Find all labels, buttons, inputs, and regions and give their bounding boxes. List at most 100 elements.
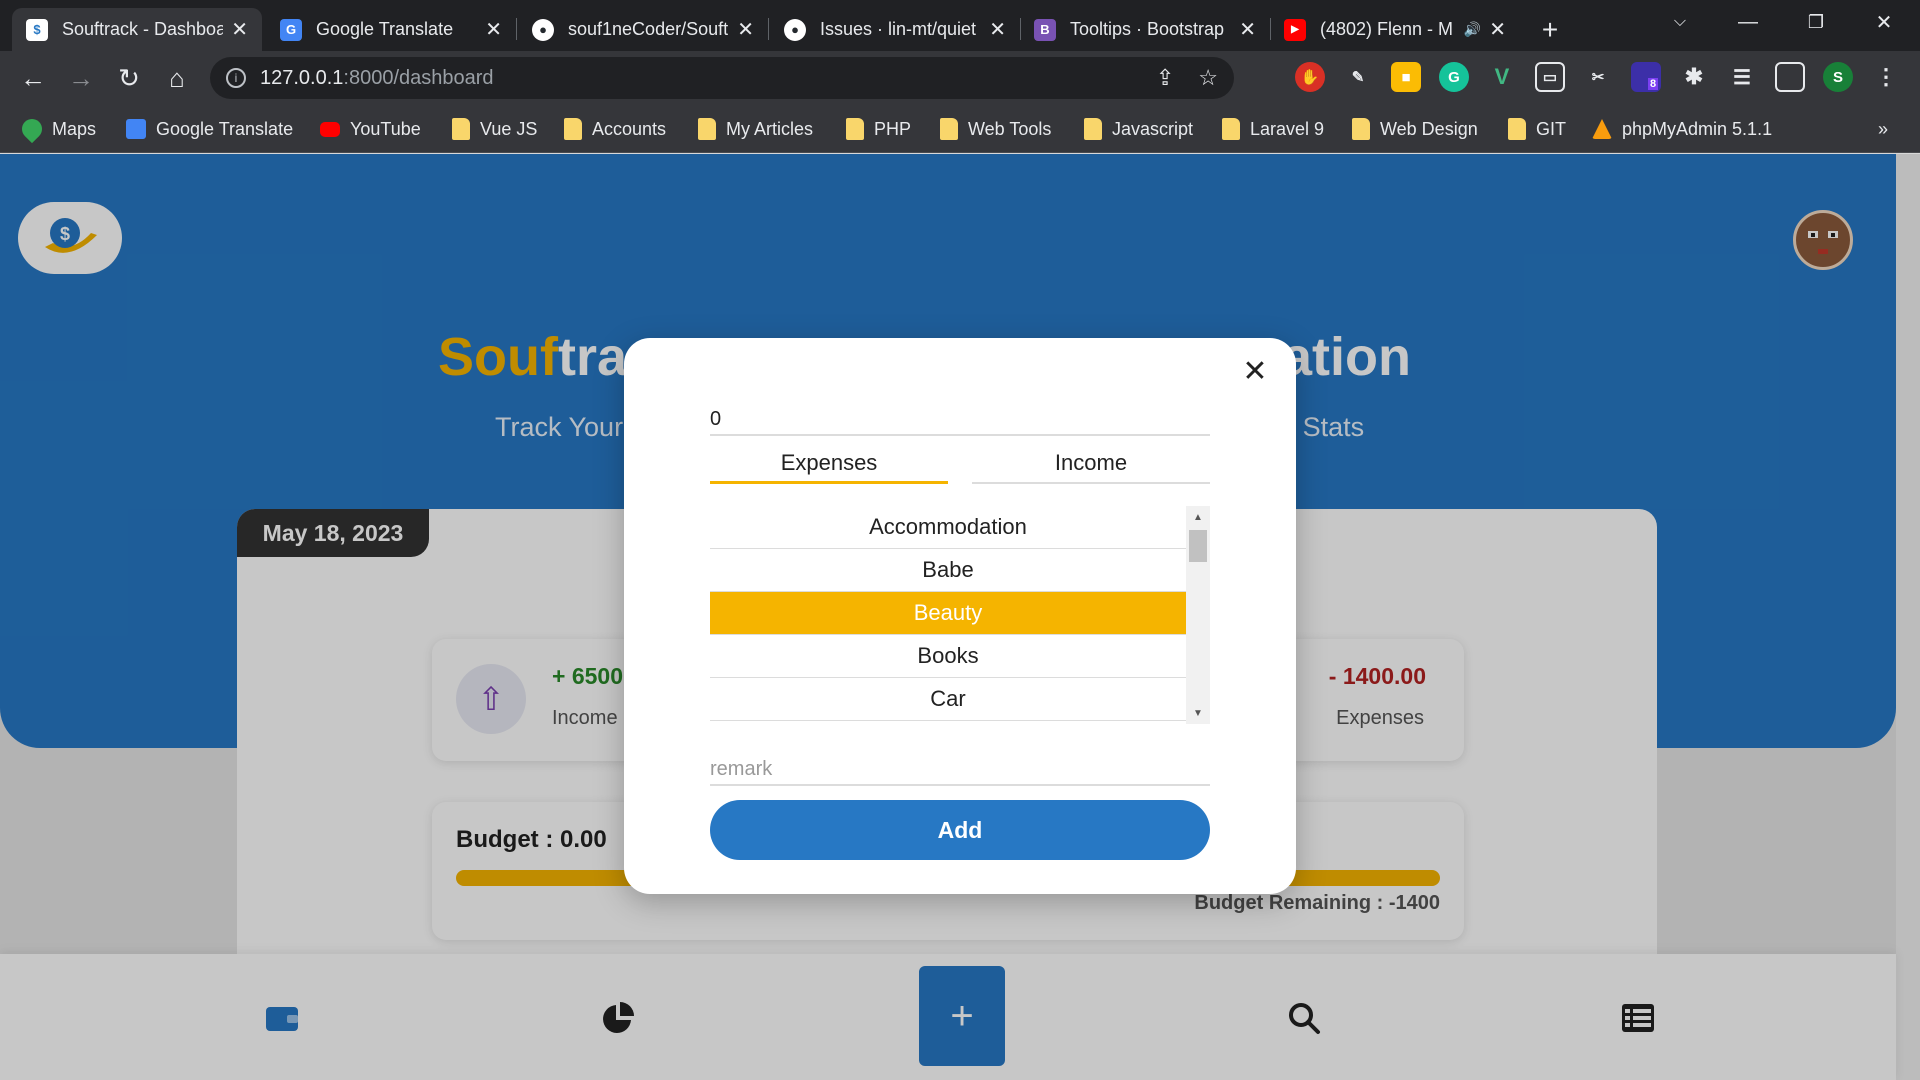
tool-extension-icon[interactable]: ✂ <box>1583 62 1613 92</box>
bookmark-google-translate[interactable]: Google Translate <box>126 115 293 143</box>
grammarly-extension-icon[interactable]: G <box>1439 62 1469 92</box>
close-tab-icon[interactable]: ✕ <box>1239 17 1256 42</box>
bookmark-maps[interactable]: Maps <box>17 114 97 144</box>
tab-souftrack-dashboard[interactable]: $ Souftrack - Dashboard ✕ <box>12 8 262 51</box>
close-icon[interactable]: ✕ <box>1240 355 1270 388</box>
folder-icon <box>1352 118 1370 140</box>
home-icon[interactable]: ⌂ <box>160 61 194 95</box>
bookmark-folder-javascript[interactable]: Javascript <box>1084 115 1193 143</box>
bookmark-folder-web-tools[interactable]: Web Tools <box>940 115 1051 143</box>
address-bar[interactable]: i 127.0.0.1:8000/dashboard ⇪ ☆ <box>210 57 1234 99</box>
bookmark-label: GIT <box>1536 118 1566 139</box>
folder-icon <box>940 118 958 140</box>
keep-extension-icon[interactable]: ■ <box>1391 62 1421 92</box>
close-tab-icon[interactable]: ✕ <box>231 17 248 42</box>
vue-devtools-extension-icon[interactable]: V <box>1487 62 1517 92</box>
souftrack-favicon-icon: $ <box>26 18 48 41</box>
github-favicon-icon: ● <box>532 18 554 41</box>
category-scrollbar[interactable]: ▲ ▼ <box>1186 506 1210 724</box>
category-label: Accommodation <box>869 514 1027 539</box>
media-playlist-icon[interactable]: ☰ <box>1727 62 1757 92</box>
tab-expenses[interactable]: Expenses <box>710 444 948 484</box>
bookmark-folder-laravel-9[interactable]: Laravel 9 <box>1222 115 1324 143</box>
bookmark-label: Maps <box>52 118 97 139</box>
more-menu-icon[interactable]: ⋮ <box>1871 62 1901 92</box>
badge-extension-icon[interactable]: 8 <box>1631 62 1661 92</box>
tab-google-translate[interactable]: G Google Translate ✕ <box>266 8 517 51</box>
tab-youtube[interactable]: ▶ (4802) Flenn - M 🔊 ✕ <box>1270 8 1520 51</box>
minimize-icon[interactable]: — <box>1720 0 1776 44</box>
phpmyadmin-icon <box>1592 119 1612 139</box>
category-item[interactable]: Books <box>710 635 1186 678</box>
restore-window-icon[interactable]: ❐ <box>1788 0 1844 44</box>
bookmark-label: Google Translate <box>156 118 294 139</box>
category-item[interactable]: Babe <box>710 549 1186 592</box>
scroll-down-arrow-icon[interactable]: ▼ <box>1186 704 1210 722</box>
bookmark-folder-php[interactable]: PHP <box>846 115 911 143</box>
bookmark-label: Javascript <box>1112 118 1194 139</box>
tab-github-souftrack[interactable]: ● souf1neCoder/Souftrack ✕ <box>518 8 769 51</box>
tab-income[interactable]: Income <box>972 444 1210 484</box>
share-icon[interactable]: ⇪ <box>1156 65 1174 91</box>
close-tab-icon[interactable]: ✕ <box>989 17 1006 42</box>
bookmark-star-icon[interactable]: ☆ <box>1198 65 1218 91</box>
youtube-icon <box>320 121 340 137</box>
github-favicon-icon: ● <box>784 18 806 41</box>
google-translate-favicon-icon: G <box>280 18 302 41</box>
bookmark-label: My Articles <box>726 118 814 139</box>
bookmark-label: Vue JS <box>480 118 538 139</box>
category-item-selected[interactable]: Beauty <box>710 592 1186 635</box>
extensions-puzzle-icon[interactable]: ✱ <box>1679 62 1709 92</box>
souftrack-dashboard-page: $ Souftra uation Track Your ack Stats May … <box>0 154 1920 1080</box>
bookmark-folder-accounts[interactable]: Accounts <box>564 115 666 143</box>
scroll-up-arrow-icon[interactable]: ▲ <box>1186 508 1210 526</box>
remark-input[interactable] <box>710 754 1210 786</box>
bookmark-label: YouTube <box>350 118 421 139</box>
folder-icon <box>452 118 470 140</box>
tab-title: (4802) Flenn - M <box>1320 19 1454 39</box>
site-info-icon[interactable]: i <box>226 68 246 88</box>
reload-icon[interactable]: ↻ <box>112 61 146 95</box>
google-translate-icon <box>126 119 146 139</box>
tab-label: Income <box>1054 450 1128 475</box>
bookmark-folder-web-design[interactable]: Web Design <box>1352 115 1478 143</box>
close-tab-icon[interactable]: ✕ <box>485 17 502 42</box>
bootstrap-favicon-icon: B <box>1034 18 1056 41</box>
category-item[interactable]: Car <box>710 678 1186 721</box>
bookmark-folder-vuejs[interactable]: Vue JS <box>452 115 537 143</box>
folder-icon <box>698 118 716 140</box>
bookmark-label: Web Design <box>1380 118 1478 139</box>
maps-pin-icon <box>17 114 47 144</box>
plus-icon: + <box>1541 13 1559 45</box>
close-tab-icon[interactable]: ✕ <box>737 17 754 42</box>
amount-input[interactable] <box>710 404 1210 436</box>
speaker-icon[interactable]: 🔊 <box>1464 21 1481 38</box>
scrollbar-thumb[interactable] <box>1189 530 1207 562</box>
folder-icon <box>1222 118 1240 140</box>
more-bookmarks-button[interactable]: » <box>1878 115 1888 143</box>
bookmark-youtube[interactable]: YouTube <box>320 115 421 143</box>
forward-arrow-icon[interactable]: → <box>64 61 98 95</box>
category-item[interactable]: Accommodation <box>710 506 1186 549</box>
profile-initial: S <box>1832 68 1843 86</box>
browser-toolbar: ← → ↻ ⌂ i 127.0.0.1:8000/dashboard ⇪ ☆ ✋… <box>0 51 1920 105</box>
side-panel-icon[interactable] <box>1775 62 1805 92</box>
tab-github-issues[interactable]: ● Issues · lin-mt/quiet ✕ <box>770 8 1021 51</box>
browser-tab-bar: $ Souftrack - Dashboard ✕ G Google Trans… <box>0 0 1920 51</box>
add-button[interactable]: Add <box>710 800 1210 860</box>
add-transaction-modal: ✕ Expenses Income Accommodation Babe Bea… <box>624 338 1296 894</box>
close-tab-icon[interactable]: ✕ <box>1489 17 1506 42</box>
window-extension-icon[interactable]: ▭ <box>1535 62 1565 92</box>
profile-avatar-button[interactable]: S <box>1823 62 1853 92</box>
new-tab-button[interactable]: + <box>1530 8 1570 51</box>
bookmark-phpmyadmin[interactable]: phpMyAdmin 5.1.1 <box>1592 115 1772 143</box>
tab-bootstrap-tooltips[interactable]: B Tooltips · Bootstrap ✕ <box>1020 8 1271 51</box>
back-arrow-icon[interactable]: ← <box>16 61 50 95</box>
bookmark-folder-my-articles[interactable]: My Articles <box>698 115 813 143</box>
close-window-icon[interactable]: ✕ <box>1856 0 1912 44</box>
bookmark-folder-git[interactable]: GIT <box>1508 115 1566 143</box>
adblock-extension-icon[interactable]: ✋ <box>1295 62 1325 92</box>
category-label: Car <box>930 686 966 711</box>
pen-extension-icon[interactable]: ✎ <box>1343 62 1373 92</box>
tab-search-chevron-down-icon[interactable]: ⌵ <box>1652 0 1708 44</box>
